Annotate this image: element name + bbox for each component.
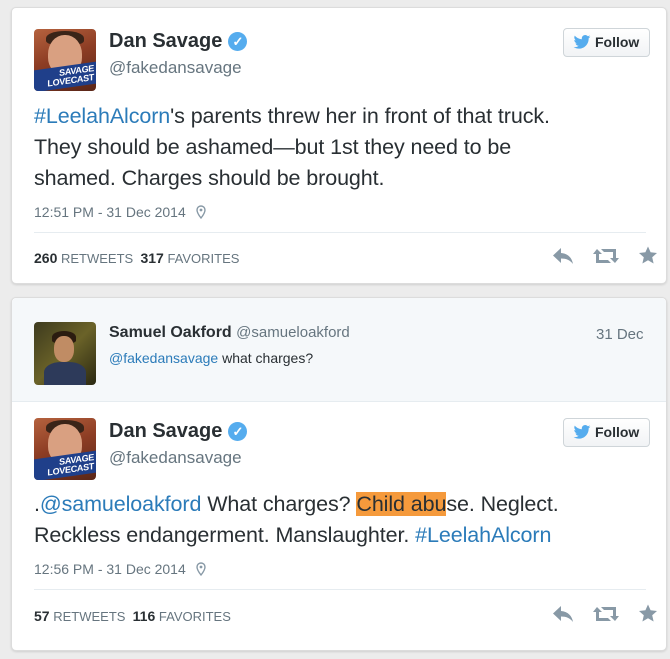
favorites-label[interactable]: FAVORITES <box>167 251 239 266</box>
mention-link[interactable]: @samueloakford <box>40 492 202 516</box>
retweet-icon[interactable] <box>592 605 620 623</box>
tweet-text-part1: What charges? <box>201 492 357 516</box>
tweet-text-line1: 's parents threw her in front of that tr… <box>170 104 550 128</box>
tweet-text-line3: shamed. Charges should be brought. <box>34 166 385 190</box>
tweet-text-line2: Reckless endangerment. Manslaughter. <box>34 523 416 547</box>
retweets-label[interactable]: RETWEETS <box>53 609 125 624</box>
favorites-label[interactable]: FAVORITES <box>159 609 231 624</box>
tweet-meta: 12:56 PM - 31 Dec 2014 <box>34 561 206 577</box>
reply-text: @fakedansavage what charges? <box>109 350 313 366</box>
divider <box>34 589 646 590</box>
reply-author-name[interactable]: Samuel Oakford <box>109 324 232 341</box>
divider <box>34 232 646 233</box>
favorites-count[interactable]: 116 <box>133 608 156 624</box>
retweets-label[interactable]: RETWEETS <box>61 251 133 266</box>
author-name-text[interactable]: Dan Savage <box>109 30 222 52</box>
verified-icon: ✓ <box>228 32 248 51</box>
avatar[interactable]: SAVAGE LOVECAST <box>34 29 96 91</box>
reply-icon[interactable] <box>552 605 574 623</box>
twitter-bird-icon <box>573 35 591 49</box>
reply-icon[interactable] <box>552 247 574 265</box>
author-name-text[interactable]: Dan Savage <box>109 420 222 442</box>
hashtag-link[interactable]: #LeelahAlcorn <box>34 104 170 128</box>
tweet-card-1: SAVAGE LOVECAST Dan Savage ✓ @fakedansava… <box>11 7 667 284</box>
reply-date[interactable]: 31 Dec <box>596 326 644 343</box>
retweets-count[interactable]: 57 <box>34 608 50 624</box>
hashtag-link[interactable]: #LeelahAlcorn <box>415 523 551 547</box>
follow-button-label: Follow <box>595 424 640 440</box>
tweet-text: .@samueloakford What charges? Child abus… <box>34 489 654 551</box>
reply-header: Samuel Oakford @samueloakford <box>109 324 350 342</box>
follow-button[interactable]: Follow <box>563 418 651 447</box>
tweet-stats: 260 RETWEETS 317 FAVORITES <box>34 250 239 266</box>
tweet-actions <box>552 246 658 265</box>
location-pin-icon[interactable] <box>195 562 206 576</box>
tweet-text-line2: They should be ashamed—but 1st they need… <box>34 135 512 159</box>
highlighted-text: Child abu <box>356 492 447 516</box>
avatar[interactable]: SAVAGE LOVECAST <box>34 418 96 480</box>
reply-avatar[interactable] <box>34 322 96 385</box>
tweet-card-2: Samuel Oakford @samueloakford 31 Dec @fa… <box>11 297 667 651</box>
location-pin-icon[interactable] <box>195 205 206 219</box>
mention-link[interactable]: @fakedansavage <box>109 350 218 366</box>
retweet-icon[interactable] <box>592 247 620 265</box>
tweet-actions <box>552 604 658 623</box>
tweet-meta: 12:51 PM - 31 Dec 2014 <box>34 204 206 220</box>
follow-button[interactable]: Follow <box>563 28 651 57</box>
author-handle[interactable]: @fakedansavage <box>109 448 242 468</box>
favorite-icon[interactable] <box>638 604 658 623</box>
timestamp[interactable]: 12:56 PM - 31 Dec 2014 <box>34 561 186 577</box>
tweet-stats: 57 RETWEETS 116 FAVORITES <box>34 608 231 624</box>
favorites-count[interactable]: 317 <box>140 250 163 266</box>
author-name[interactable]: Dan Savage ✓ <box>109 420 248 443</box>
follow-button-label: Follow <box>595 34 640 50</box>
author-name[interactable]: Dan Savage ✓ <box>109 30 248 53</box>
retweets-count[interactable]: 260 <box>34 250 57 266</box>
reply-author-handle[interactable]: @samueloakford <box>236 324 350 341</box>
timestamp[interactable]: 12:51 PM - 31 Dec 2014 <box>34 204 186 220</box>
favorite-icon[interactable] <box>638 246 658 265</box>
verified-icon: ✓ <box>228 422 248 441</box>
reply-text-rest: what charges? <box>218 350 314 366</box>
author-handle[interactable]: @fakedansavage <box>109 58 242 78</box>
tweet-text: #LeelahAlcorn's parents threw her in fro… <box>34 101 654 194</box>
twitter-bird-icon <box>573 425 591 439</box>
tweet-text-part2: se. Neglect. <box>446 492 559 516</box>
